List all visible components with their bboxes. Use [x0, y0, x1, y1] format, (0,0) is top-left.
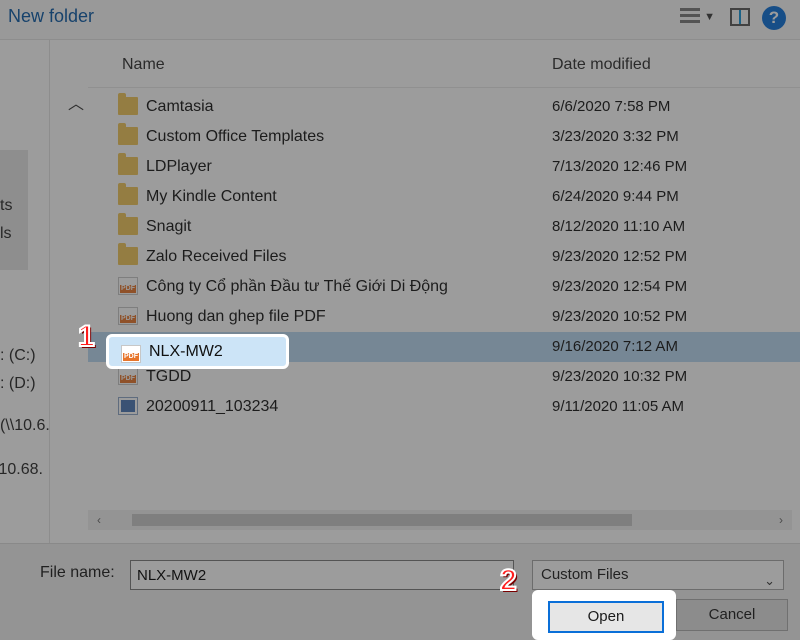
cancel-button[interactable]: Cancel	[676, 599, 788, 631]
highlighted-open: Open	[532, 590, 676, 640]
open-button-highlight[interactable]: Open	[548, 601, 664, 633]
file-date: 9/23/2020 12:52 PM	[552, 242, 687, 272]
folder-icon	[118, 157, 138, 175]
file-row[interactable]: My Kindle Content 6/24/2020 9:44 PM	[88, 182, 800, 212]
file-date: 3/23/2020 3:32 PM	[552, 122, 679, 152]
highlighted-file[interactable]: NLX-MW2	[106, 334, 289, 369]
file-type-value: Custom Files	[541, 566, 629, 583]
help-icon[interactable]: ?	[762, 6, 786, 30]
toolbar: New folder ▼ ?	[0, 0, 800, 40]
folder-icon	[118, 127, 138, 145]
file-name: Custom Office Templates	[146, 122, 324, 152]
sidebar-item[interactable]: \10.68.	[0, 456, 43, 484]
sidebar-item[interactable]: : (D:)	[0, 370, 36, 398]
view-mode-dropdown-icon[interactable]: ▼	[704, 11, 715, 23]
file-name: Huong dan ghep file PDF	[146, 302, 326, 332]
scroll-right-icon[interactable]: ›	[770, 513, 792, 527]
horizontal-scrollbar[interactable]: ‹ ›	[88, 510, 792, 530]
file-type-select[interactable]: Custom Files ⌄	[532, 560, 784, 590]
folder-icon	[118, 97, 138, 115]
columns-header: Name Date modified	[88, 54, 800, 88]
file-date: 9/16/2020 7:12 AM	[552, 332, 678, 362]
sidebar-item[interactable]: (\\10.6.	[0, 412, 50, 440]
file-name: 20200911_103234	[146, 392, 278, 422]
file-date: 6/24/2020 9:44 PM	[552, 182, 679, 212]
folder-icon	[118, 247, 138, 265]
filename-label: File name:	[40, 564, 115, 582]
folder-icon	[118, 187, 138, 205]
sidebar-item[interactable]: ts	[0, 192, 12, 220]
pdf-icon	[118, 277, 138, 295]
file-list-pane: Name Date modified Camtasia 6/6/2020 7:58…	[88, 40, 800, 510]
file-row[interactable]: LDPlayer 7/13/2020 12:46 PM	[88, 152, 800, 182]
file-name: LDPlayer	[146, 152, 212, 182]
pdf-icon	[118, 307, 138, 325]
file-rows: Camtasia6/6/2020 7:58 PMCustom Office Te…	[88, 92, 800, 422]
highlighted-file-name: NLX-MW2	[149, 343, 223, 361]
annotation-1: 1	[78, 320, 104, 350]
pdf-icon	[121, 345, 141, 363]
file-date: 9/23/2020 12:54 PM	[552, 272, 687, 302]
scroll-thumb[interactable]	[132, 514, 632, 526]
file-date: 9/23/2020 10:32 PM	[552, 362, 687, 392]
column-date-modified[interactable]: Date modified	[552, 56, 651, 74]
file-row[interactable]: 20200911_103234 9/11/2020 11:05 AM	[88, 392, 800, 422]
new-folder-button[interactable]: New folder	[8, 6, 94, 27]
file-date: 9/23/2020 10:52 PM	[552, 302, 687, 332]
sidebar-item[interactable]: : (C:)	[0, 342, 36, 370]
file-row[interactable]: Camtasia 6/6/2020 7:58 PM	[88, 92, 800, 122]
file-date: 9/11/2020 11:05 AM	[552, 392, 684, 422]
img-icon	[118, 397, 138, 415]
file-name: Snagit	[146, 212, 191, 242]
file-row[interactable]: Công ty Cổ phần Đầu tư Thế Giới Di Động 9…	[88, 272, 800, 302]
file-name: My Kindle Content	[146, 182, 277, 212]
scroll-left-icon[interactable]: ‹	[88, 513, 110, 527]
preview-pane-icon[interactable]	[730, 8, 750, 26]
file-row[interactable]: Zalo Received Files 9/23/2020 12:52 PM	[88, 242, 800, 272]
file-name: Công ty Cổ phần Đầu tư Thế Giới Di Động	[146, 272, 448, 302]
annotation-2: 2	[500, 564, 526, 594]
file-name: Zalo Received Files	[146, 242, 287, 272]
file-date: 7/13/2020 12:46 PM	[552, 152, 687, 182]
column-name[interactable]: Name	[122, 56, 165, 74]
file-row[interactable]: Huong dan ghep file PDF 9/23/2020 10:52 P…	[88, 302, 800, 332]
view-mode-icon[interactable]	[680, 8, 700, 24]
file-date: 8/12/2020 11:10 AM	[552, 212, 685, 242]
dialog-footer: File name: Custom Files ⌄ Open Cancel	[0, 543, 800, 640]
file-row[interactable]: Snagit 8/12/2020 11:10 AM	[88, 212, 800, 242]
file-row[interactable]: Custom Office Templates 3/23/2020 3:32 PM	[88, 122, 800, 152]
file-date: 6/6/2020 7:58 PM	[552, 92, 670, 122]
pdf-icon	[118, 367, 138, 385]
scroll-up-icon[interactable]: ︿	[68, 90, 84, 114]
sidebar-item[interactable]: ls	[0, 220, 12, 248]
chevron-down-icon: ⌄	[764, 567, 775, 595]
scroll-track[interactable]	[110, 513, 770, 527]
filename-input[interactable]	[130, 560, 514, 590]
file-name: Camtasia	[146, 92, 214, 122]
folder-icon	[118, 217, 138, 235]
